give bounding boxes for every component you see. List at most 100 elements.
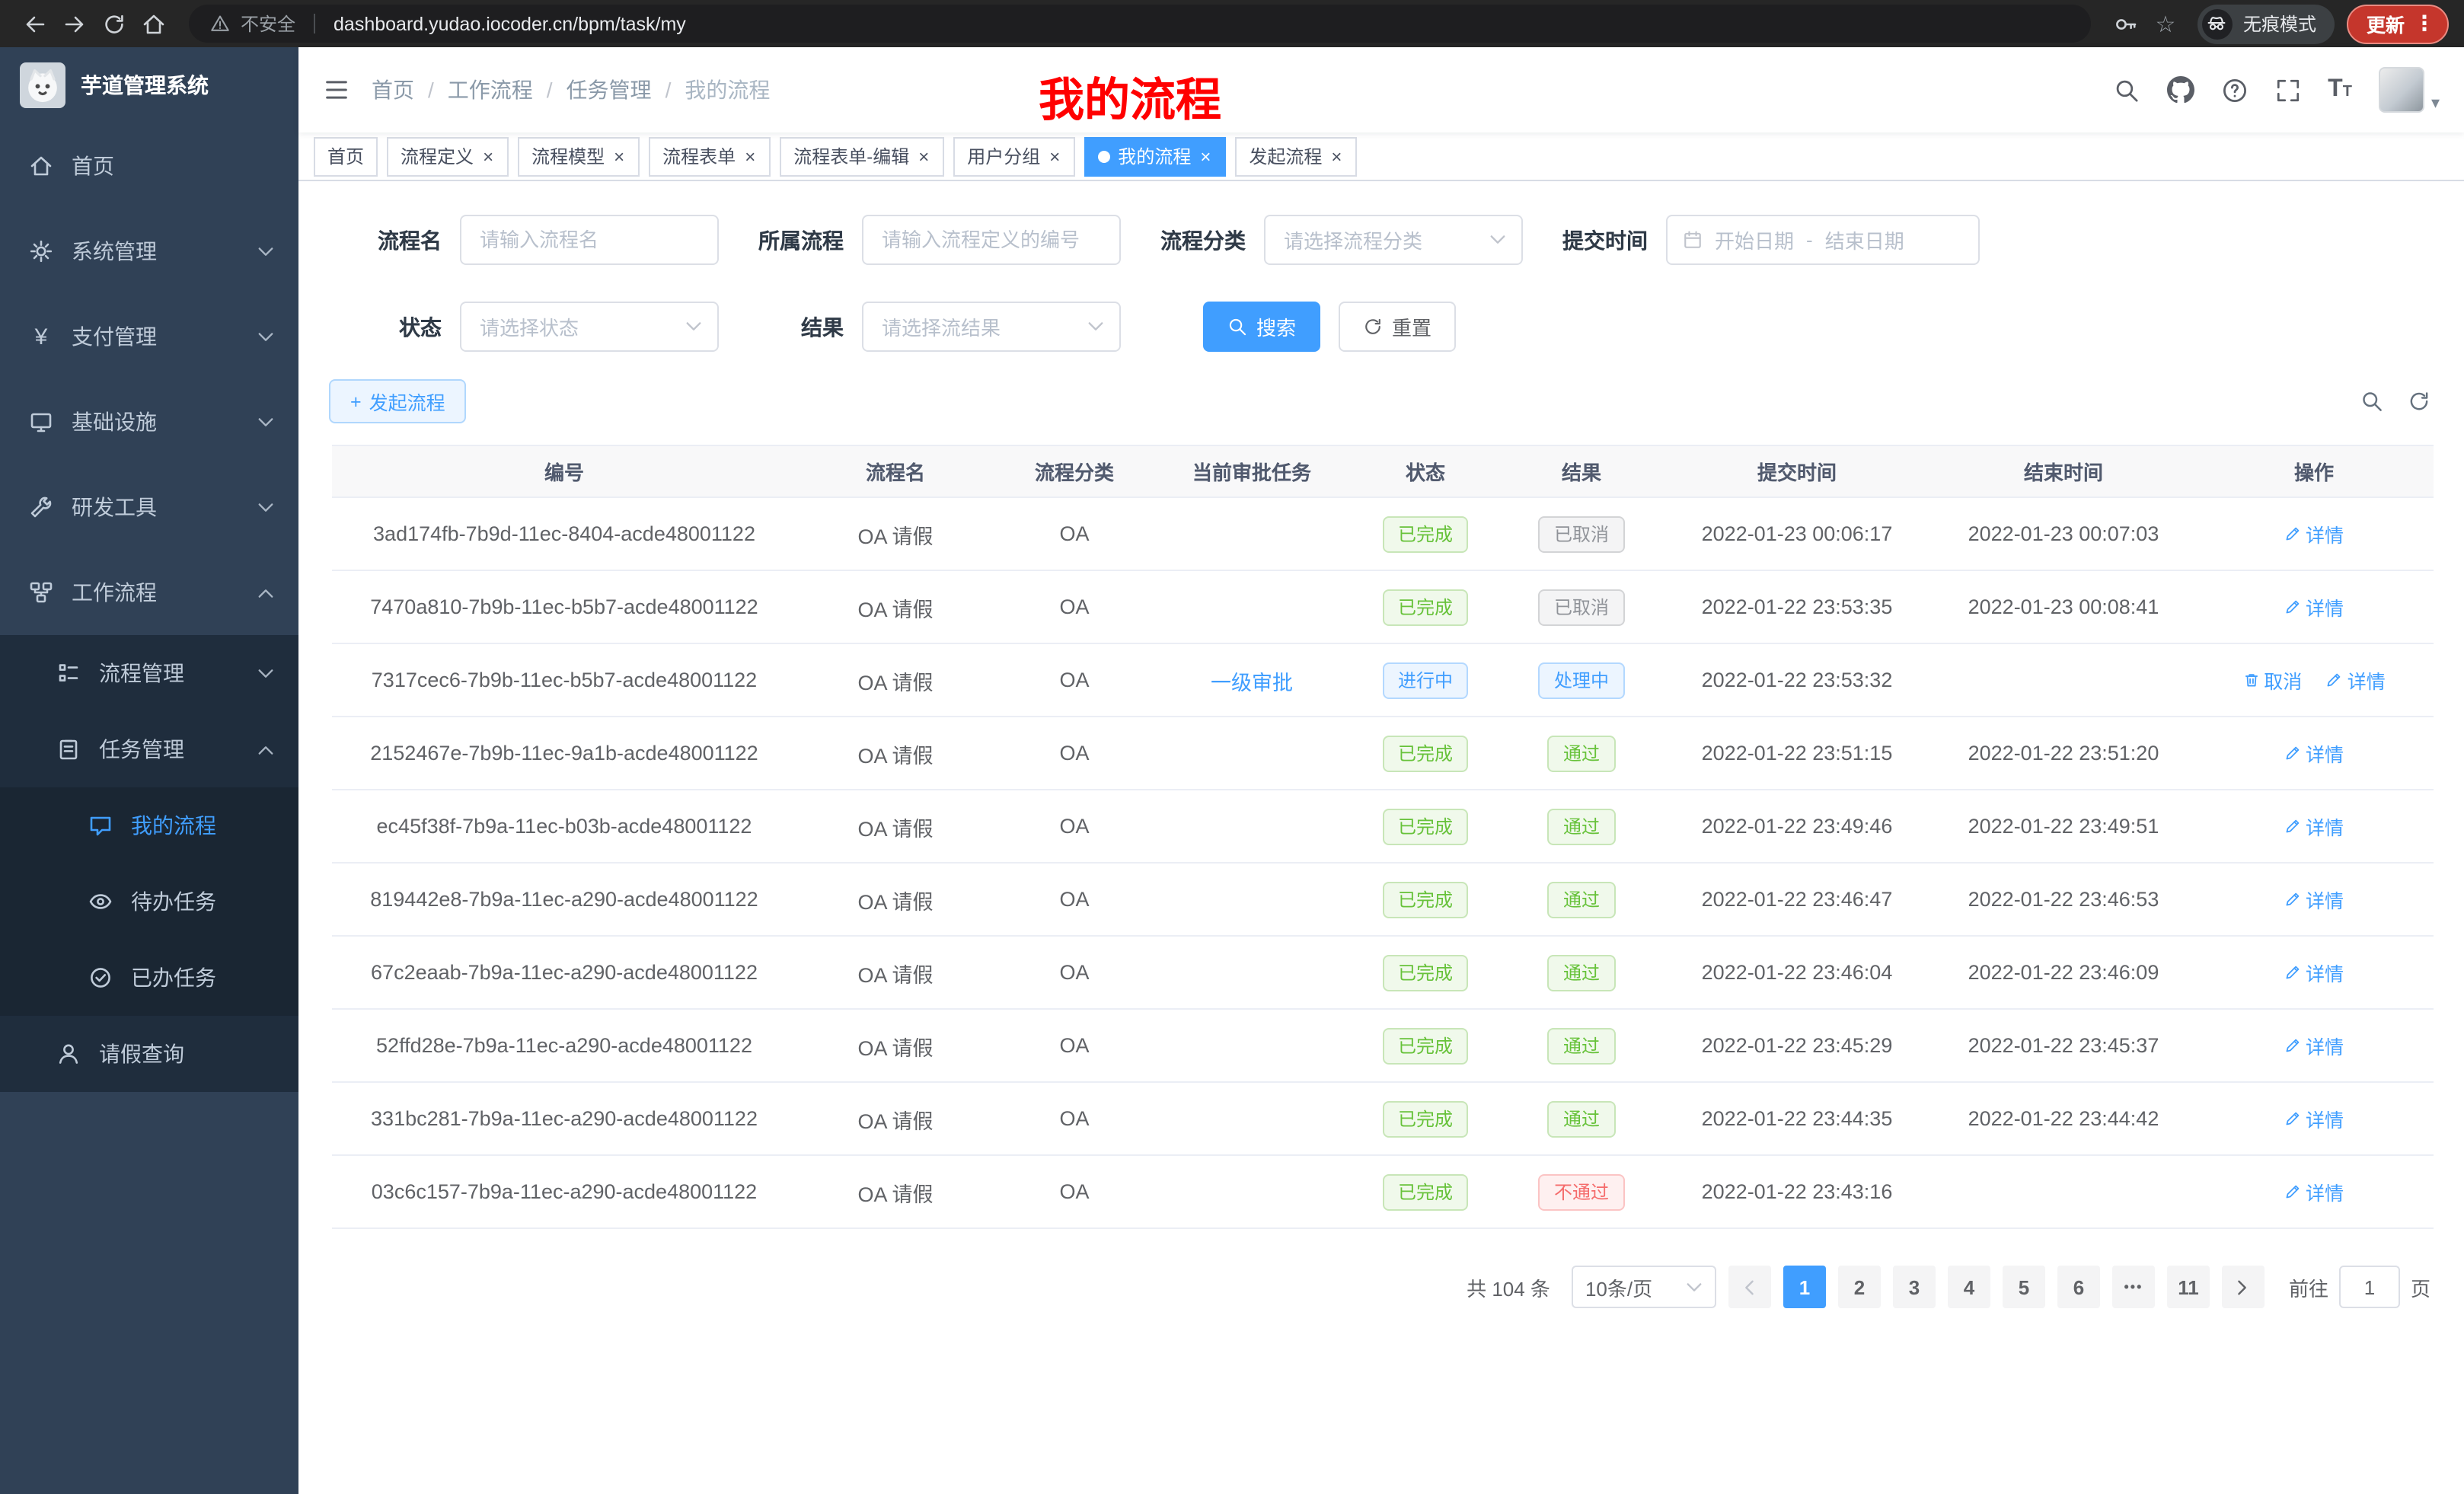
chevron-down-icon: [1087, 318, 1104, 335]
reset-button[interactable]: 重置: [1339, 302, 1456, 352]
cancel-button[interactable]: 取消: [2242, 666, 2302, 694]
page-button-6[interactable]: 6: [2057, 1266, 2100, 1308]
chevron-down-icon: [1686, 1279, 1703, 1295]
search-icon[interactable]: [2113, 77, 2139, 103]
next-page-button[interactable]: [2222, 1266, 2265, 1308]
sidebar-item-leave-query[interactable]: 请假查询: [0, 1016, 298, 1092]
detail-button[interactable]: 详情: [2284, 592, 2344, 621]
close-icon[interactable]: ×: [1048, 147, 1061, 165]
sidebar-item-dev-tools[interactable]: 研发工具: [0, 464, 298, 550]
status-select[interactable]: 请选择状态: [460, 302, 719, 352]
address-bar[interactable]: 不安全 dashboard.yudao.iocoder.cn/bpm/task/…: [189, 5, 2091, 43]
detail-button[interactable]: 详情: [2326, 666, 2386, 694]
breadcrumb-workflow[interactable]: 工作流程: [448, 75, 533, 105]
tab-user-group[interactable]: 用户分组×: [953, 136, 1075, 176]
sidebar-item-process-mgmt[interactable]: 流程管理: [0, 635, 298, 711]
update-button[interactable]: 更新 ⋮: [2347, 4, 2449, 43]
col-id: 编号: [332, 445, 796, 497]
tab-start-process[interactable]: 发起流程×: [1235, 136, 1357, 176]
tab-process-model[interactable]: 流程模型×: [518, 136, 640, 176]
tab-process-definition[interactable]: 流程定义×: [387, 136, 509, 176]
check-circle-icon: [88, 966, 113, 990]
menu-dots-icon[interactable]: ⋮: [2414, 11, 2435, 37]
refresh-table-icon[interactable]: [2408, 390, 2430, 413]
tab-home[interactable]: 首页: [314, 136, 378, 176]
goto-page-input[interactable]: [2339, 1266, 2400, 1308]
tab-process-form[interactable]: 流程表单×: [649, 136, 771, 176]
top-navbar: 首页 / 工作流程 / 任务管理 / 我的流程 TT ▾: [298, 47, 2464, 132]
category-select[interactable]: 请选择流程分类: [1264, 215, 1523, 265]
detail-button[interactable]: 详情: [2284, 739, 2344, 768]
font-size-icon[interactable]: TT: [2328, 78, 2352, 102]
key-icon[interactable]: [2106, 4, 2146, 43]
result-badge: 处理中: [1539, 662, 1624, 698]
tab-process-form-edit[interactable]: 流程表单-编辑×: [780, 136, 944, 176]
back-button[interactable]: [15, 4, 55, 43]
breadcrumb: 首页 / 工作流程 / 任务管理 / 我的流程: [372, 75, 770, 105]
process-definition-input[interactable]: [862, 215, 1121, 265]
reload-button[interactable]: [94, 4, 134, 43]
tab-my-process[interactable]: 我的流程×: [1084, 136, 1226, 176]
sidebar-item-todo-tasks[interactable]: 待办任务: [0, 864, 298, 940]
show-search-icon[interactable]: [2360, 390, 2383, 413]
process-name-input[interactable]: [460, 215, 719, 265]
more-pages-button[interactable]: •••: [2112, 1266, 2155, 1308]
close-icon[interactable]: ×: [1329, 147, 1343, 165]
page-button-2[interactable]: 2: [1838, 1266, 1881, 1308]
help-icon[interactable]: [2221, 77, 2247, 103]
breadcrumb-home[interactable]: 首页: [372, 75, 414, 105]
sidebar-item-done-tasks[interactable]: 已办任务: [0, 940, 298, 1016]
sidebar-item-infrastructure[interactable]: 基础设施: [0, 379, 298, 464]
result-badge: 通过: [1548, 881, 1615, 918]
github-icon[interactable]: [2166, 76, 2194, 104]
result-select[interactable]: 请选择流结果: [862, 302, 1121, 352]
list-tree-icon: [56, 661, 81, 685]
fullscreen-icon[interactable]: [2274, 77, 2300, 103]
detail-button[interactable]: 详情: [2284, 519, 2344, 548]
detail-button[interactable]: 详情: [2284, 1177, 2344, 1206]
sidebar-item-system-mgmt[interactable]: 系统管理: [0, 209, 298, 294]
page-button-3[interactable]: 3: [1893, 1266, 1936, 1308]
browser-home-button[interactable]: [134, 4, 174, 43]
table-row: 67c2eaab-7b9a-11ec-a290-acde48001122 OA …: [332, 936, 2434, 1009]
user-menu[interactable]: ▾: [2379, 67, 2440, 113]
search-button[interactable]: 搜索: [1203, 302, 1320, 352]
table-row: 331bc281-7b9a-11ec-a290-acde48001122 OA …: [332, 1082, 2434, 1155]
detail-button[interactable]: 详情: [2284, 958, 2344, 987]
detail-button[interactable]: 详情: [2284, 885, 2344, 914]
date-range-picker[interactable]: 开始日期 - 结束日期: [1666, 215, 1980, 265]
sidebar-item-my-process[interactable]: 我的流程: [0, 787, 298, 864]
close-icon[interactable]: ×: [481, 147, 495, 165]
close-icon[interactable]: ×: [743, 147, 757, 165]
detail-button[interactable]: 详情: [2284, 812, 2344, 841]
sidebar-item-task-mgmt[interactable]: 任务管理: [0, 711, 298, 787]
status-badge: 已完成: [1383, 1027, 1468, 1064]
bookmark-star-icon[interactable]: ☆: [2146, 4, 2185, 43]
page-button-1[interactable]: 1: [1783, 1266, 1826, 1308]
screen: 不安全 dashboard.yudao.iocoder.cn/bpm/task/…: [0, 0, 2464, 1494]
app-logo: 芋道管理系统: [0, 47, 298, 123]
page-button-5[interactable]: 5: [2003, 1266, 2045, 1308]
detail-button[interactable]: 详情: [2284, 1031, 2344, 1060]
close-icon[interactable]: ×: [917, 147, 930, 165]
edit-icon: [2326, 672, 2343, 688]
close-icon[interactable]: ×: [612, 147, 626, 165]
current-task-link[interactable]: 一级审批: [1211, 665, 1293, 695]
avatar[interactable]: [2379, 67, 2425, 113]
sidebar-item-payment-mgmt[interactable]: ¥ 支付管理: [0, 294, 298, 379]
edit-icon: [2284, 1110, 2301, 1127]
breadcrumb-task-mgmt[interactable]: 任务管理: [567, 75, 652, 105]
prev-page-button[interactable]: [1728, 1266, 1771, 1308]
sidebar-item-workflow[interactable]: 工作流程: [0, 550, 298, 635]
chevron-up-icon: [257, 584, 274, 601]
detail-button[interactable]: 详情: [2284, 1104, 2344, 1133]
page-button-11[interactable]: 11: [2167, 1266, 2210, 1308]
page-size-select[interactable]: 10条/页: [1572, 1266, 1716, 1308]
chat-icon: [88, 813, 113, 838]
hamburger-icon[interactable]: [323, 76, 350, 104]
close-icon[interactable]: ×: [1198, 147, 1212, 165]
start-process-button[interactable]: + 发起流程: [329, 379, 467, 423]
sidebar-item-home[interactable]: 首页: [0, 123, 298, 209]
page-button-4[interactable]: 4: [1948, 1266, 1990, 1308]
forward-button[interactable]: [55, 4, 94, 43]
